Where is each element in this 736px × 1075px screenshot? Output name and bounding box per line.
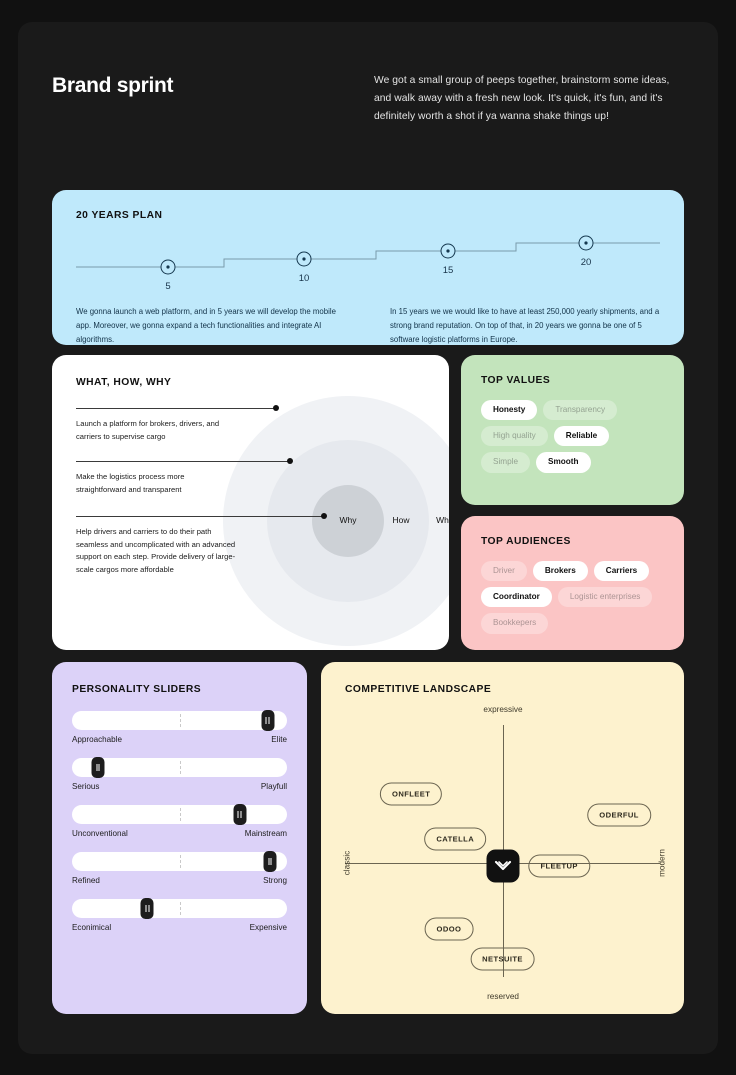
slider-handle-3[interactable]	[233, 804, 247, 825]
plan-title: 20 YEARS PLAN	[76, 210, 163, 221]
slider-handle-5[interactable]	[140, 898, 154, 919]
header: Brand sprint We got a small group of pee…	[18, 22, 718, 126]
axis-label-classic: classic	[342, 850, 352, 876]
leader-dot-2	[287, 458, 293, 464]
audience-chip-logistic-enterprises[interactable]: Logistic enterprises	[557, 587, 653, 608]
slider-row-unconventional-mainstream: Unconventional Mainstream	[72, 804, 287, 838]
audience-chip-brokers[interactable]: Brokers	[532, 561, 588, 582]
slider-midpoint-4	[179, 855, 181, 868]
slider-list: Approachable Elite Serious Playfull Unco…	[72, 710, 287, 932]
slider-track-1[interactable]	[72, 710, 287, 731]
slider-label-right-3: Mainstream	[244, 829, 287, 838]
top-values-card: TOP VALUES Honesty Transparency High qua…	[461, 355, 684, 505]
slider-label-right-1: Elite	[271, 735, 287, 744]
brand-pill-onfleet[interactable]: ONFLEET	[380, 782, 443, 806]
plan-descriptions: We gonna launch a web platform, and in 5…	[76, 305, 660, 347]
what-how-why-card: WHAT, HOW, WHY Why How What Launch a pla…	[52, 355, 449, 650]
page-title: Brand sprint	[52, 74, 174, 97]
what-how-why-item-1: Launch a platform for brokers, drivers, …	[76, 419, 220, 441]
ring-label-how: How	[392, 515, 410, 525]
brand-logo-icon[interactable]	[486, 849, 519, 883]
landscape-quadrant: expressive reserved classic modern ONFLE…	[342, 701, 667, 1001]
top-audiences-card: TOP AUDIENCES Driver Brokers Carriers Co…	[461, 516, 684, 650]
top-audiences-title: TOP AUDIENCES	[481, 536, 571, 547]
plan-text-right: In 15 years we we would like to have at …	[390, 307, 660, 344]
timeline-label-5: 5	[165, 281, 171, 292]
twenty-years-plan-card: 20 YEARS PLAN 5 10 15 20 We gonna launch…	[52, 190, 684, 345]
audience-chip-bookkepers[interactable]: Bookkepers	[481, 613, 549, 634]
audience-chip-driver[interactable]: Driver	[481, 561, 527, 582]
personality-sliders-card: PERSONALITY SLIDERS Approachable Elite S…	[52, 662, 307, 1014]
slider-label-left-1: Approachable	[72, 735, 122, 744]
slider-label-left-2: Serious	[72, 782, 100, 791]
competitive-landscape-card: COMPETITIVE LANDSCAPE expressive reserve…	[321, 662, 684, 1014]
slider-track-2[interactable]	[72, 757, 287, 778]
leader-dot-1	[273, 405, 279, 411]
ring-label-why: Why	[339, 515, 357, 525]
audience-chip-coordinator[interactable]: Coordinator	[481, 587, 552, 608]
slider-track-5[interactable]	[72, 898, 287, 919]
what-how-why-item-3: Help drivers and carriers to do their pa…	[76, 527, 236, 574]
value-chip-simple[interactable]: Simple	[481, 452, 531, 473]
golden-circles-diagram: Why How What	[223, 396, 449, 646]
slider-row-approachable-elite: Approachable Elite	[72, 710, 287, 744]
value-chip-reliable[interactable]: Reliable	[553, 426, 610, 447]
plan-text-left: We gonna launch a web platform, and in 5…	[76, 307, 336, 344]
brand-pill-fleetup[interactable]: FLEETUP	[528, 854, 590, 878]
timeline-label-10: 10	[298, 273, 310, 284]
slider-row-serious-playfull: Serious Playfull	[72, 757, 287, 791]
timeline-label-20: 20	[580, 257, 592, 268]
what-how-why-title: WHAT, HOW, WHY	[76, 377, 172, 388]
slider-label-right-4: Strong	[263, 876, 287, 885]
brand-pill-catella[interactable]: CATELLA	[424, 827, 487, 851]
top-values-title: TOP VALUES	[481, 375, 551, 386]
value-chip-high-quality[interactable]: High quality	[481, 426, 548, 447]
slider-row-econimical-expensive: Econimical Expensive	[72, 898, 287, 932]
slider-midpoint-5	[179, 902, 181, 915]
value-chip-smooth[interactable]: Smooth	[536, 452, 591, 473]
slider-track-4[interactable]	[72, 851, 287, 872]
value-chip-honesty[interactable]: Honesty	[481, 400, 538, 421]
slider-track-3[interactable]	[72, 804, 287, 825]
what-how-why-item-2: Make the logistics process more straight…	[76, 472, 185, 494]
slider-row-refined-strong: Refined Strong	[72, 851, 287, 885]
slider-handle-4[interactable]	[263, 851, 277, 872]
slider-label-right-2: Playfull	[260, 782, 287, 791]
what-how-why-body: Why How What Launch a platform for broke…	[76, 388, 449, 646]
slider-handle-1[interactable]	[261, 710, 275, 731]
leader-dot-3	[321, 513, 327, 519]
top-values-chip-list: Honesty Transparency High quality Reliab…	[481, 400, 664, 473]
slider-label-left-5: Econimical	[72, 923, 112, 932]
header-description: We got a small group of peeps together, …	[374, 75, 670, 122]
axis-label-reserved: reserved	[487, 992, 519, 1001]
timeline-markers-icon	[160, 235, 594, 275]
value-chip-transparency[interactable]: Transparency	[543, 400, 618, 421]
slider-label-left-4: Refined	[72, 876, 100, 885]
brand-pill-netsuite[interactable]: NETSUITE	[470, 947, 535, 971]
personality-sliders-title: PERSONALITY SLIDERS	[72, 684, 202, 695]
ring-label-what: What	[436, 515, 449, 525]
brand-pill-oderful[interactable]: ODERFUL	[587, 803, 651, 827]
poster-canvas: Brand sprint We got a small group of pee…	[18, 22, 718, 1054]
competitive-landscape-title: COMPETITIVE LANDSCAPE	[345, 684, 492, 695]
axis-label-modern: modern	[657, 849, 667, 877]
slider-midpoint-2	[179, 761, 181, 774]
leader-line-3	[76, 516, 324, 517]
slider-midpoint-1	[179, 714, 181, 727]
slider-label-left-3: Unconventional	[72, 829, 128, 838]
top-audiences-chip-list: Driver Brokers Carriers Coordinator Logi…	[481, 561, 664, 634]
audience-chip-carriers[interactable]: Carriers	[593, 561, 650, 582]
leader-line-1	[76, 408, 276, 409]
slider-midpoint-3	[179, 808, 181, 821]
axis-label-expressive: expressive	[483, 705, 523, 714]
brand-pill-odoo[interactable]: ODOO	[424, 917, 474, 941]
slider-handle-2[interactable]	[91, 757, 105, 778]
timeline: 5 10 15 20	[76, 235, 660, 297]
timeline-label-15: 15	[442, 265, 454, 276]
slider-label-right-5: Expensive	[249, 923, 287, 932]
leader-line-2	[76, 461, 290, 462]
